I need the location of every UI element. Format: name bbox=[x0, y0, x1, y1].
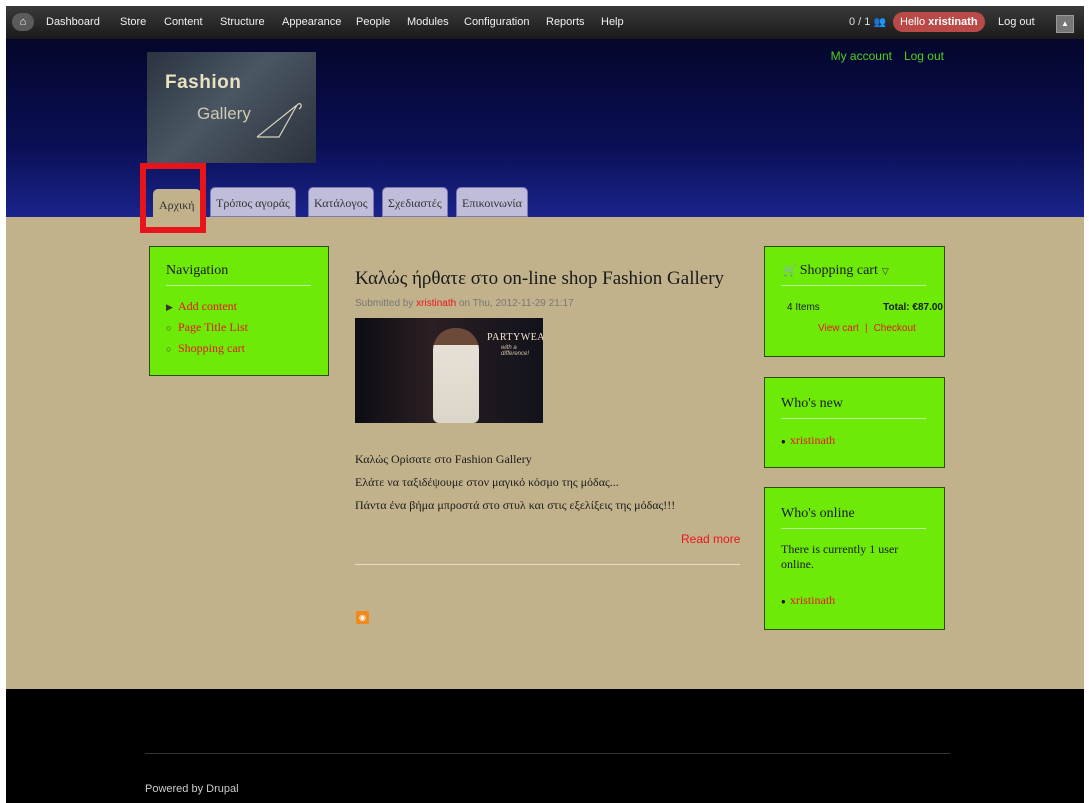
site-footer: Powered by Drupal bbox=[6, 689, 1084, 803]
rss-feed-icon[interactable]: ◉ bbox=[356, 611, 369, 624]
cart-title: Shopping cart bbox=[799, 263, 878, 278]
whos-new-user-link[interactable]: xristinath bbox=[790, 433, 835, 447]
toolbar-help[interactable]: Help bbox=[601, 16, 624, 28]
cart-total: Total: €87.00 bbox=[883, 302, 943, 313]
nav-item-add-content[interactable]: ▶ Add content bbox=[166, 299, 248, 320]
toolbar-people[interactable]: People bbox=[356, 16, 390, 28]
user-count-value: 0 / 1 bbox=[849, 16, 871, 28]
image-text-partywear: PARTYWEAR bbox=[487, 332, 543, 343]
article-date: on Thu, 2012-11-29 21:17 bbox=[458, 298, 574, 309]
highlight-box bbox=[140, 163, 206, 233]
article-body: Καλώς Ορίσατε στο Fashion Gallery Ελάτε … bbox=[355, 448, 675, 517]
page-frame: ⌂ Dashboard Store Content Structure Appe… bbox=[6, 6, 1084, 803]
toolbar-structure[interactable]: Structure bbox=[220, 16, 265, 28]
cart-item-count: 4 Items bbox=[787, 302, 820, 313]
cart-header[interactable]: 🛒 Shopping cart ▽ bbox=[783, 263, 889, 279]
article-title[interactable]: Καλώς ήρθατε στο on-line shop Fashion Ga… bbox=[355, 268, 724, 290]
home-icon[interactable]: ⌂ bbox=[12, 13, 34, 31]
footer-divider bbox=[145, 753, 950, 754]
tab-catalog[interactable]: Κατάλογος bbox=[308, 187, 374, 217]
whos-online-item: ● xristinath bbox=[781, 593, 835, 608]
hanger-icon bbox=[256, 103, 302, 138]
submitted-prefix: Submitted by bbox=[355, 298, 414, 309]
toolbar-toggle-icon[interactable]: ▲ bbox=[1056, 15, 1074, 33]
whos-online-text: There is currently 1 user online. bbox=[781, 542, 899, 571]
nav-link-shopping-cart[interactable]: Shopping cart bbox=[178, 341, 245, 355]
checkout-link[interactable]: Checkout bbox=[874, 323, 916, 334]
bullet-icon: ● bbox=[781, 437, 786, 446]
circle-bullet-icon: ○ bbox=[166, 323, 172, 333]
article-line: Πάντα ένα βήμα μπροστά στο στυλ και στις… bbox=[355, 498, 676, 512]
view-cart-link[interactable]: View cart bbox=[818, 323, 859, 334]
toolbar-configuration[interactable]: Configuration bbox=[464, 16, 529, 28]
tab-how-to-buy[interactable]: Τρόπος αγοράς bbox=[210, 187, 296, 217]
shopping-cart-block: 🛒 Shopping cart ▽ 4 Items Total: €87.00 Vi… bbox=[764, 246, 945, 357]
image-text-tagline: with a difference! bbox=[501, 345, 530, 357]
toolbar-dashboard[interactable]: Dashboard bbox=[46, 16, 100, 28]
expand-arrow-icon: ▶ bbox=[166, 302, 173, 312]
toolbar-appearance[interactable]: Appearance bbox=[282, 16, 341, 28]
whos-new-block: Who's new ● xristinath bbox=[764, 377, 945, 468]
article-divider bbox=[355, 564, 740, 565]
cart-links: View cart | Checkout bbox=[818, 323, 916, 334]
article-line: Ελάτε να ταξιδέψουμε στον μαγικό κόσμο τ… bbox=[355, 475, 619, 489]
article-submitted: Submitted by xristinath on Thu, 2012-11-… bbox=[355, 298, 574, 309]
tab-designers[interactable]: Σχεδιαστές bbox=[382, 187, 448, 217]
article-line: Καλώς Ορίσατε στο Fashion Gallery bbox=[355, 452, 532, 466]
model-figure bbox=[433, 328, 479, 423]
toolbar-logout[interactable]: Log out bbox=[998, 16, 1035, 28]
nav-item-shopping-cart[interactable]: ○ Shopping cart bbox=[166, 341, 248, 362]
user-links: My account Log out bbox=[819, 49, 944, 63]
cart-summary: 4 Items Total: €87.00 bbox=[787, 302, 943, 313]
hello-user-badge[interactable]: Hello xristinath bbox=[893, 12, 985, 32]
whos-online-user-link[interactable]: xristinath bbox=[790, 593, 835, 607]
logo-text-fashion: Fashion bbox=[165, 72, 242, 93]
nav-link-add-content[interactable]: Add content bbox=[178, 299, 237, 313]
admin-toolbar: ⌂ Dashboard Store Content Structure Appe… bbox=[6, 6, 1084, 39]
tab-contact[interactable]: Επικοινωνία bbox=[456, 187, 528, 217]
whos-online-block: Who's online There is currently 1 user o… bbox=[764, 487, 945, 630]
toolbar-username: xristinath bbox=[928, 16, 978, 28]
powered-by-drupal[interactable]: Powered by Drupal bbox=[145, 783, 239, 795]
toolbar-reports[interactable]: Reports bbox=[546, 16, 585, 28]
navigation-list: ▶ Add content ○ Page Title List ○ Shopping … bbox=[166, 299, 248, 362]
cart-title-rule bbox=[781, 285, 926, 286]
cart-icon: 🛒 bbox=[783, 265, 797, 277]
nav-link-page-title-list[interactable]: Page Title List bbox=[178, 320, 248, 334]
article-image: PARTYWEAR with a difference! bbox=[355, 318, 543, 423]
whos-online-title: Who's online bbox=[781, 506, 926, 529]
author-link[interactable]: xristinath bbox=[416, 298, 456, 309]
site-logo[interactable]: Fashion Gallery bbox=[147, 52, 316, 163]
logo-text-gallery: Gallery bbox=[197, 104, 251, 123]
header-logout-link[interactable]: Log out bbox=[904, 49, 944, 63]
bullet-icon: ● bbox=[781, 597, 786, 606]
users-icon: 👥 bbox=[873, 17, 886, 28]
read-more-link[interactable]: Read more bbox=[681, 532, 740, 546]
toolbar-store[interactable]: Store bbox=[120, 16, 146, 28]
chevron-down-icon: ▽ bbox=[881, 266, 889, 276]
navigation-block: Navigation ▶ Add content ○ Page Title List… bbox=[149, 246, 329, 376]
navigation-title: Navigation bbox=[166, 263, 311, 286]
nav-item-page-title-list[interactable]: ○ Page Title List bbox=[166, 320, 248, 341]
hello-prefix: Hello bbox=[900, 16, 926, 28]
whos-new-title: Who's new bbox=[781, 396, 926, 419]
toolbar-content[interactable]: Content bbox=[164, 16, 203, 28]
toolbar-modules[interactable]: Modules bbox=[407, 16, 449, 28]
whos-new-item: ● xristinath bbox=[781, 433, 835, 448]
my-account-link[interactable]: My account bbox=[831, 49, 892, 63]
circle-bullet-icon: ○ bbox=[166, 344, 172, 354]
user-count: 0 / 1 👥 bbox=[849, 16, 886, 28]
separator: | bbox=[864, 323, 868, 334]
